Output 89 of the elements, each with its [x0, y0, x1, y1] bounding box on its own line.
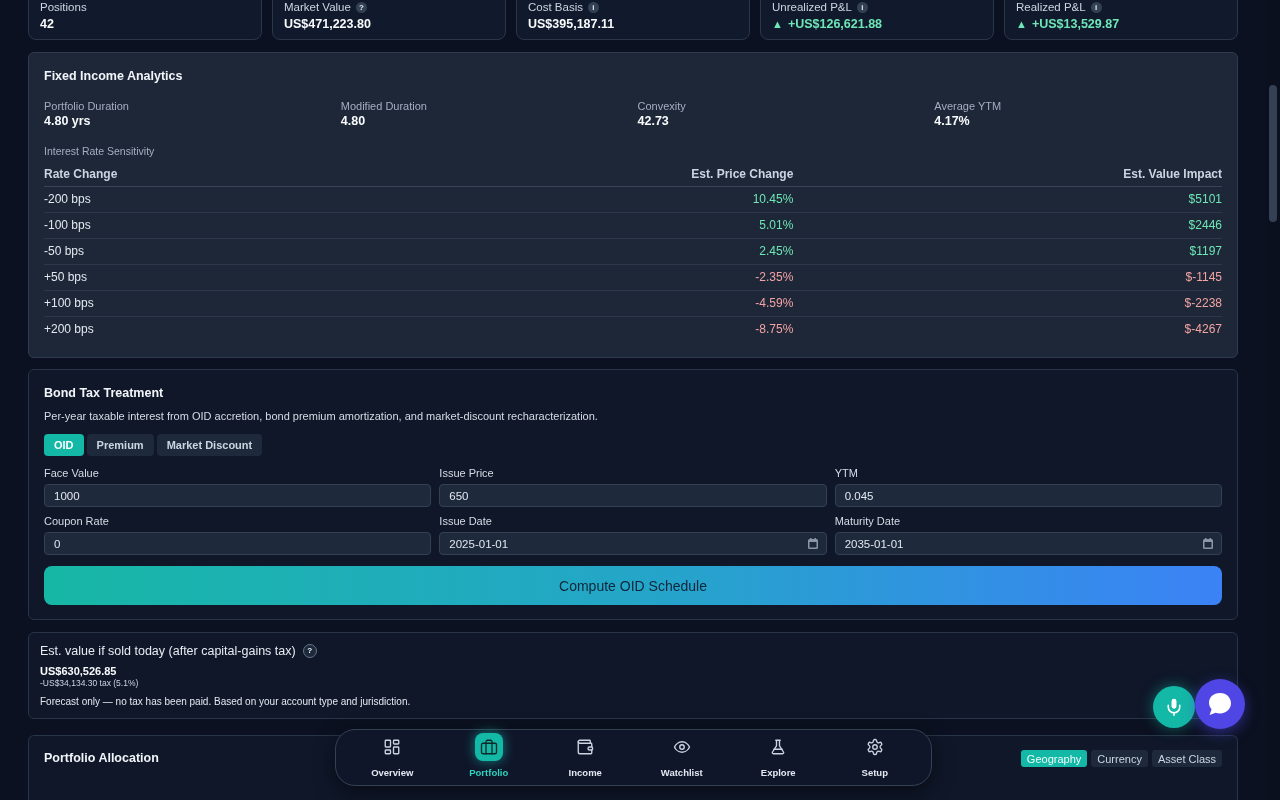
calendar-icon[interactable]: [807, 538, 818, 549]
date-field[interactable]: 2035-01-01: [834, 532, 1222, 555]
nav-item[interactable]: Setup: [826, 730, 923, 785]
card-value: +US$126,621.88: [787, 16, 883, 32]
table-cell: -200 bps: [44, 187, 419, 213]
table-cell-text: $-4267: [1183, 321, 1222, 338]
metric-value: 4.17%: [934, 113, 971, 129]
input-field[interactable]: 0: [44, 532, 432, 555]
card-label: Market Value: [284, 0, 351, 14]
section-title: Fixed Income Analytics: [44, 68, 184, 84]
table-cell: -2.35%: [418, 265, 794, 291]
column-header: Rate Change: [44, 162, 419, 187]
table-cell: $1197: [793, 239, 1222, 265]
input-field[interactable]: 0.045: [834, 484, 1222, 507]
table-cell: $-1145: [793, 265, 1222, 291]
table-cell: $-2238: [793, 291, 1222, 317]
date-field[interactable]: 2025-01-01: [439, 532, 827, 555]
metric-label: Convexity: [637, 99, 687, 113]
table-cell: +50 bps: [44, 265, 419, 291]
card-label: Positions: [40, 0, 87, 14]
table-cell: -100 bps: [44, 213, 419, 239]
field-label: Face Value: [44, 466, 100, 480]
table-cell: $2446: [793, 213, 1222, 239]
nav-item[interactable]: Income: [537, 730, 634, 785]
hint-icon[interactable]: ?: [302, 644, 317, 658]
section-description: Per-year taxable interest from OID accretion, bond premium amortization, and market-discount recharacterization.: [44, 409, 599, 423]
tab[interactable]: Currency: [1091, 750, 1148, 767]
trend-arrow-icon: ▲: [1016, 16, 1027, 32]
dashboard-icon: [383, 738, 402, 756]
trend-arrow-icon: ▲: [772, 16, 783, 32]
tax-amount: -US$34,134.30 tax (5.1%): [40, 678, 139, 689]
column-header: Est. Price Change: [418, 162, 794, 187]
field-label: YTM: [834, 466, 859, 480]
field-label: Maturity Date: [834, 514, 902, 528]
nav-item[interactable]: Watchlist: [633, 730, 730, 785]
gear-icon: [865, 738, 884, 756]
metric-label: Portfolio Duration: [44, 99, 130, 113]
briefcase-icon: [474, 733, 503, 761]
microphone-icon: [1165, 698, 1183, 716]
metric-value: 42.73: [637, 113, 670, 129]
metric-label: Average YTM: [934, 99, 1003, 113]
estimated-value: US$630,526.85: [40, 664, 117, 678]
hint-icon[interactable]: i: [587, 1, 599, 13]
hint-icon[interactable]: i: [856, 1, 868, 13]
nav-item[interactable]: Overview: [344, 730, 441, 785]
section-title: Portfolio Allocation: [44, 750, 159, 766]
field-label: Issue Price: [439, 466, 495, 480]
card-value: US$395,187.11: [528, 16, 615, 32]
table-cell: 10.45%: [418, 187, 794, 213]
chat-button[interactable]: [1195, 679, 1245, 729]
tab[interactable]: Asset Class: [1151, 750, 1222, 767]
eye-icon: [672, 738, 691, 756]
table-cell: -50 bps: [44, 239, 419, 265]
wallet-icon: [576, 738, 595, 756]
section-title: Bond Tax Treatment: [44, 385, 165, 401]
subsection-title: Interest Rate Sensitivity: [44, 144, 156, 158]
card-label: Unrealized P&L: [772, 0, 852, 14]
disclaimer-text: Forecast only — no tax has been paid. Based on your account type and jurisdiction.: [40, 695, 411, 708]
field-label: Issue Date: [439, 514, 493, 528]
compute-button[interactable]: Compute OID Schedule: [44, 566, 1222, 605]
chat-bubble-icon: [1209, 693, 1231, 715]
scrollbar-thumb[interactable]: [1269, 85, 1277, 222]
table-cell: 2.45%: [418, 239, 794, 265]
tab[interactable]: Market Discount: [156, 434, 263, 456]
section-title: Est. value if sold today (after capital-gains tax): [40, 643, 296, 659]
hint-icon[interactable]: ?: [355, 1, 367, 13]
metric-value: 4.80 yrs: [44, 113, 92, 129]
card-value: +US$13,529.87: [1031, 16, 1120, 32]
column-header: Est. Value Impact: [793, 162, 1222, 187]
input-field[interactable]: 1000: [44, 484, 432, 507]
metric-label: Modified Duration: [340, 99, 428, 113]
table-cell-text: -8.75%: [754, 321, 794, 338]
tab[interactable]: Premium: [86, 434, 154, 456]
nav-item[interactable]: Explore: [730, 730, 827, 785]
table-cell: $5101: [793, 187, 1222, 213]
table-cell: 5.01%: [418, 213, 794, 239]
metric-value: 4.80: [340, 113, 367, 129]
input-field[interactable]: 650: [439, 484, 827, 507]
field-label: Coupon Rate: [44, 514, 110, 528]
table-cell: -4.59%: [418, 291, 794, 317]
table-cell-text: +200 bps: [44, 321, 95, 338]
card-label: Realized P&L: [1016, 0, 1086, 14]
calendar-icon[interactable]: [1203, 538, 1213, 549]
hint-icon[interactable]: i: [1090, 1, 1102, 13]
card-value: 42: [40, 16, 54, 32]
card-value: US$471,223.80: [284, 16, 371, 32]
nav-item[interactable]: Portfolio: [440, 730, 537, 785]
table-cell: +100 bps: [44, 291, 419, 317]
card-label: Cost Basis: [528, 0, 583, 14]
